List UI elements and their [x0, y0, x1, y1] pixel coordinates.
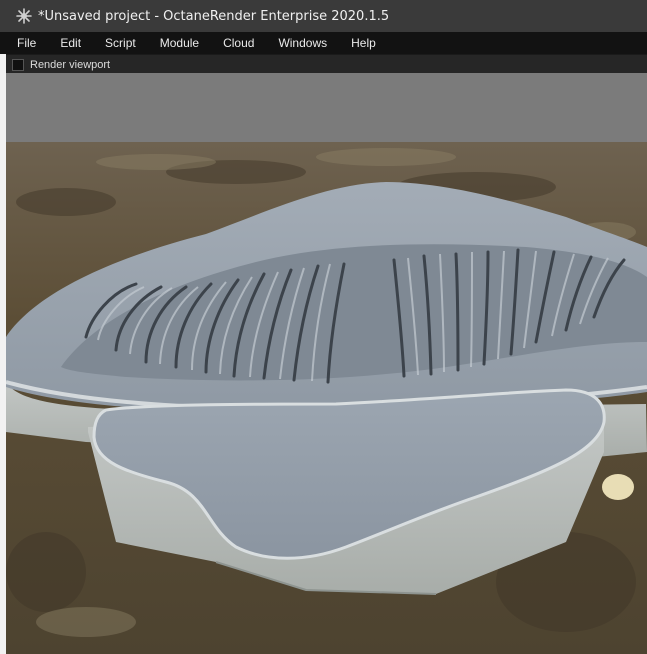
panel-title: Render viewport — [30, 58, 111, 71]
menu-bar: File Edit Script Module Cloud Windows He… — [0, 32, 647, 54]
menu-module[interactable]: Module — [148, 36, 211, 50]
viewport-empty-area[interactable] — [6, 73, 647, 142]
panel-square-icon — [12, 58, 24, 71]
render-viewport-header[interactable]: Render viewport — [6, 54, 647, 74]
menu-windows[interactable]: Windows — [266, 36, 339, 50]
window-title: *Unsaved project - OctaneRender Enterpri… — [38, 8, 390, 24]
menu-script[interactable]: Script — [93, 36, 148, 50]
menu-cloud[interactable]: Cloud — [211, 36, 266, 50]
menu-help[interactable]: Help — [339, 36, 388, 50]
menu-file[interactable]: File — [0, 36, 48, 50]
menu-edit[interactable]: Edit — [48, 36, 93, 50]
window-titlebar[interactable]: *Unsaved project - OctaneRender Enterpri… — [0, 0, 647, 32]
render-viewport[interactable] — [6, 142, 647, 654]
octane-logo-icon — [16, 8, 32, 24]
render-image — [6, 142, 647, 654]
